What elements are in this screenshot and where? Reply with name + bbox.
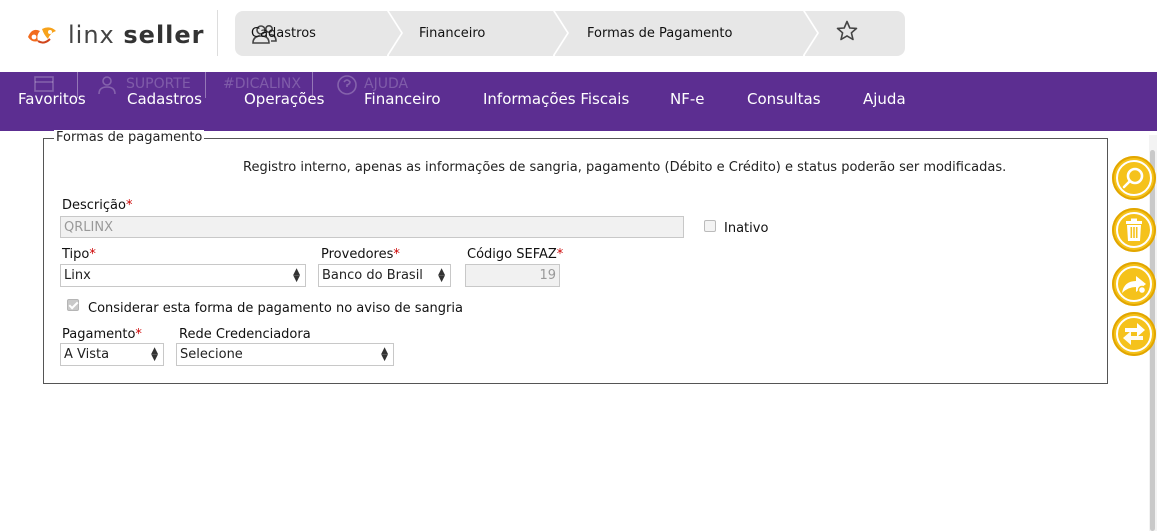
descricao-field[interactable]: QRLINX (60, 216, 684, 238)
select-arrows-icon: ▲ ▼ (151, 346, 158, 363)
header-divider (217, 10, 218, 56)
provedores-value: Banco do Brasil (322, 268, 423, 283)
pagamento-label: Pagamento* (62, 327, 142, 342)
help-circle-icon (336, 74, 358, 100)
form-legend: Formas de pagamento (54, 130, 205, 145)
share-arrow-icon (1120, 273, 1148, 295)
delete-button[interactable] (1112, 208, 1156, 252)
select-arrows-icon: ▲ ▼ (438, 267, 445, 284)
breadcrumb-label: Financeiro (419, 26, 486, 41)
codigo-sefaz-label: Código SEFAZ* (467, 247, 564, 262)
pagamento-value: A Vista (64, 347, 110, 362)
magnifier-icon (1121, 165, 1147, 191)
descricao-label: Descrição* (62, 198, 133, 213)
tipo-label: Tipo* (62, 247, 96, 262)
rede-credenciadora-value: Selecione (180, 347, 243, 362)
menu-item-favoritos[interactable]: Favoritos (18, 90, 86, 108)
menu-item-informacoes-fiscais[interactable]: Informações Fiscais (483, 90, 629, 108)
select-arrows-icon: ▲ ▼ (381, 346, 388, 363)
breadcrumb-financeiro[interactable]: Financeiro (389, 11, 567, 56)
sangria-checkbox[interactable] (67, 299, 79, 311)
provedores-label: Provedores* (321, 247, 400, 262)
pagamento-select[interactable]: A Vista ▲ ▼ (60, 343, 164, 366)
tipo-value: Linx (64, 268, 91, 283)
tipo-select[interactable]: Linx ▲ ▼ (60, 264, 306, 287)
menu-item-ajuda[interactable]: Ajuda (863, 90, 906, 108)
form-notice: Registro interno, apenas as informações … (243, 160, 1007, 175)
breadcrumb-formas-de-pagamento[interactable]: Formas de Pagamento (555, 11, 817, 56)
menu-item-financeiro[interactable]: Financeiro (364, 90, 441, 108)
select-arrows-icon: ▲ ▼ (293, 267, 300, 284)
breadcrumb-cadastros[interactable]: Cadastros (235, 11, 401, 56)
search-button[interactable] (1112, 156, 1156, 200)
user-icon (96, 74, 118, 100)
swap-arrows-icon (1121, 321, 1147, 347)
menu-item-operacoes[interactable]: Operações (244, 90, 324, 108)
inativo-checkbox[interactable] (704, 220, 716, 232)
rede-credenciadora-label: Rede Credenciadora (179, 327, 311, 342)
star-icon (835, 19, 859, 48)
rede-credenciadora-select[interactable]: Selecione ▲ ▼ (176, 343, 394, 366)
sangria-label: Considerar esta forma de pagamento no av… (88, 301, 463, 316)
top-header: linx seller Cadastros Financeiro Formas … (0, 0, 1157, 72)
menu-item-cadastros[interactable]: Cadastros (127, 90, 202, 108)
codigo-sefaz-field[interactable]: 19 (465, 264, 560, 287)
trash-icon (1123, 218, 1145, 242)
provedores-select[interactable]: Banco do Brasil ▲ ▼ (318, 264, 451, 287)
breadcrumb: Cadastros Financeiro Formas de Pagamento (235, 11, 905, 56)
linx-seller-logo[interactable]: linx seller (24, 18, 205, 52)
menu-item-consultas[interactable]: Consultas (747, 90, 821, 108)
menu-item-nfe[interactable]: NF-e (670, 90, 705, 108)
favorite-button[interactable] (805, 11, 905, 56)
logo-text: linx seller (68, 21, 205, 49)
swap-button[interactable] (1112, 312, 1156, 356)
forward-button[interactable] (1112, 262, 1156, 306)
breadcrumb-label: Cadastros (251, 26, 316, 41)
linx-logo-icon (24, 23, 60, 47)
breadcrumb-label: Formas de Pagamento (587, 26, 733, 41)
inativo-label: Inativo (724, 221, 769, 236)
